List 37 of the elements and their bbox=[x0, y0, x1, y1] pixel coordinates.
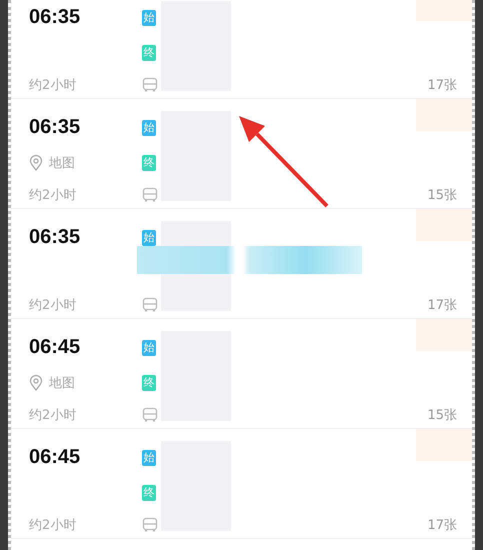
bus-icon bbox=[142, 296, 158, 312]
start-tag: 始 bbox=[142, 120, 156, 136]
start-tag: 始 bbox=[142, 340, 156, 356]
start-tag: 始 bbox=[142, 450, 156, 466]
duration-text: 约2小时 bbox=[29, 76, 78, 94]
ticket-count: 17张 bbox=[427, 296, 457, 314]
bus-icon bbox=[142, 406, 158, 422]
departure-time: 06:45 bbox=[29, 336, 82, 359]
blurred-price bbox=[416, 429, 472, 461]
duration-text: 约2小时 bbox=[29, 296, 78, 314]
ticket-count: 17张 bbox=[427, 76, 457, 94]
duration-text: 约2小时 bbox=[29, 186, 78, 204]
start-tag: 始 bbox=[142, 230, 156, 246]
duration-text: 约2小时 bbox=[29, 406, 78, 424]
blurred-price bbox=[416, 99, 472, 131]
ticket-count: 17张 bbox=[427, 516, 457, 534]
end-tag: 终 bbox=[142, 484, 156, 500]
bus-icon bbox=[142, 516, 158, 532]
ticket-count: 15张 bbox=[427, 406, 457, 424]
departure-time: 06:35 bbox=[29, 226, 82, 249]
location-pin-icon bbox=[29, 154, 43, 170]
end-tag: 终 bbox=[142, 374, 156, 390]
start-tag: 始 bbox=[142, 10, 156, 26]
duration-text: 约2小时 bbox=[29, 516, 78, 534]
map-link[interactable]: 地图 bbox=[49, 374, 75, 392]
blurred-price bbox=[416, 209, 472, 241]
location-pin-icon bbox=[29, 374, 43, 390]
departure-time: 06:35 bbox=[29, 6, 82, 29]
departure-time: 06:35 bbox=[29, 116, 82, 139]
bus-icon bbox=[142, 76, 158, 92]
end-tag: 终 bbox=[142, 154, 156, 170]
end-tag: 终 bbox=[142, 44, 156, 60]
departure-time: 06:45 bbox=[29, 446, 82, 469]
map-link[interactable]: 地图 bbox=[49, 154, 75, 172]
blurred-price bbox=[416, 319, 472, 351]
bus-icon bbox=[142, 186, 158, 202]
ticket-count: 15张 bbox=[427, 186, 457, 204]
